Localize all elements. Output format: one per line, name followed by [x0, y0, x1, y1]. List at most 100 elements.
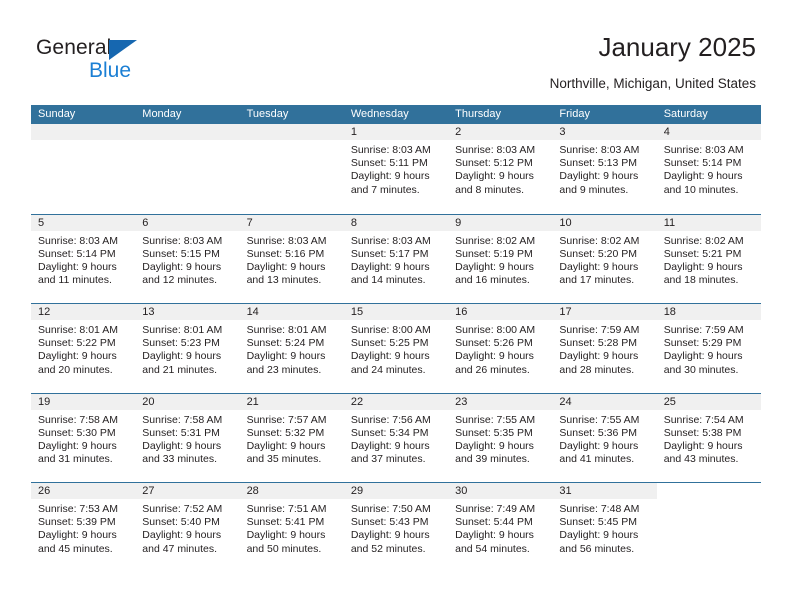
calendar-day-cell[interactable]: 27 Sunrise: 7:52 AM Sunset: 5:40 PM Dayligh…	[135, 483, 240, 572]
calendar-day-cell[interactable]: 10 Sunrise: 8:02 AM Sunset: 5:20 PM Dayligh…	[552, 214, 657, 304]
day-number: 29	[343, 483, 449, 499]
sunset-text: Sunset: 5:15 PM	[142, 247, 220, 260]
sunrise-text: Sunrise: 7:54 AM	[663, 413, 744, 426]
calendar-day-cell[interactable]: 29 Sunrise: 7:50 AM Sunset: 5:43 PM Dayligh…	[343, 483, 449, 572]
sunrise-text: Sunrise: 7:51 AM	[246, 503, 327, 515]
calendar-day-cell[interactable]: 26 Sunrise: 7:53 AM Sunset: 5:39 PM Dayligh…	[31, 483, 136, 572]
calendar-day-cell[interactable]: 17 Sunrise: 7:59 AM Sunset: 5:28 PM Dayligh…	[552, 304, 657, 393]
day-details: Sunrise: 8:02 AM Sunset: 5:21 PM Daylight:…	[657, 231, 761, 288]
daylight-text-line2: and 26 minutes.	[455, 363, 530, 376]
day-details: Sunrise: 7:56 AM Sunset: 5:34 PM Daylight:…	[344, 410, 448, 467]
daylight-text-line1: Daylight: 9 hours	[142, 350, 222, 363]
day-details: Sunrise: 7:57 AM Sunset: 5:32 PM Daylight:…	[240, 410, 344, 467]
calendar-day-cell[interactable]: 21 Sunrise: 7:57 AM Sunset: 5:32 PM Dayligh…	[239, 393, 344, 483]
day-number: 20	[135, 393, 240, 410]
sunrise-text: Sunrise: 8:03 AM	[38, 234, 118, 247]
daylight-text-line2: and 43 minutes.	[663, 453, 739, 466]
day-details: Sunrise: 8:02 AM Sunset: 5:20 PM Daylight:…	[552, 231, 656, 288]
daylight-text-line1: Daylight: 9 hours	[559, 529, 639, 542]
day-details: Sunrise: 8:01 AM Sunset: 5:22 PM Daylight:…	[31, 320, 135, 377]
daylight-text-line1: Daylight: 9 hours	[38, 260, 117, 273]
day-number: 14	[239, 304, 344, 320]
day-number: 21	[239, 393, 344, 410]
daylight-text-line1: Daylight: 9 hours	[455, 170, 534, 183]
daylight-text-line1: Daylight: 9 hours	[38, 439, 117, 452]
general-blue-logo[interactable]: General Blue	[36, 36, 216, 84]
sunrise-text: Sunrise: 8:02 AM	[455, 234, 536, 247]
daylight-text-line2: and 37 minutes.	[350, 453, 426, 466]
calendar-day-cell[interactable]: 2 Sunrise: 8:03 AM Sunset: 5:12 PM Daylight…	[448, 124, 553, 214]
calendar-day-cell[interactable]: 13 Sunrise: 8:01 AM Sunset: 5:23 PM Dayligh…	[135, 304, 240, 393]
sunset-text: Sunset: 5:41 PM	[246, 516, 325, 529]
sunset-text: Sunset: 5:14 PM	[663, 157, 742, 170]
calendar-day-cell[interactable]: 25 Sunrise: 7:54 AM Sunset: 5:38 PM Dayligh…	[656, 393, 761, 483]
calendar-day-cell[interactable]: 28 Sunrise: 7:51 AM Sunset: 5:41 PM Dayligh…	[239, 483, 344, 572]
day-number: 4	[656, 124, 761, 140]
day-details: Sunrise: 7:52 AM Sunset: 5:40 PM Daylight:…	[135, 499, 239, 556]
calendar-day-cell[interactable]: 14 Sunrise: 8:01 AM Sunset: 5:24 PM Dayligh…	[239, 304, 344, 393]
sunset-text: Sunset: 5:23 PM	[142, 337, 220, 350]
calendar-day-cell[interactable]: 7 Sunrise: 8:03 AM Sunset: 5:16 PM Daylight…	[239, 214, 344, 304]
sunset-text: Sunset: 5:43 PM	[350, 516, 429, 529]
daylight-text-line1: Daylight: 9 hours	[663, 260, 743, 273]
sunset-text: Sunset: 5:40 PM	[142, 516, 220, 529]
daylight-text-line2: and 52 minutes.	[350, 542, 426, 555]
sunset-text: Sunset: 5:14 PM	[38, 247, 116, 260]
day-details: Sunrise: 8:03 AM Sunset: 5:16 PM Daylight:…	[240, 231, 344, 288]
sunset-text: Sunset: 5:16 PM	[246, 247, 325, 260]
day-number: 17	[552, 304, 657, 320]
daylight-text-line1: Daylight: 9 hours	[142, 439, 222, 452]
calendar-day-cell[interactable]: 24 Sunrise: 7:55 AM Sunset: 5:36 PM Dayligh…	[552, 393, 657, 483]
daylight-text-line2: and 56 minutes.	[559, 542, 635, 555]
daylight-text-line1: Daylight: 9 hours	[246, 260, 326, 273]
calendar-day-cell[interactable]: 20 Sunrise: 7:58 AM Sunset: 5:31 PM Dayligh…	[135, 393, 240, 483]
day-number: 25	[656, 393, 761, 410]
calendar-day-cell[interactable]: 6 Sunrise: 8:03 AM Sunset: 5:15 PM Daylight…	[135, 214, 240, 304]
day-number: 23	[448, 393, 553, 410]
calendar-day-cell[interactable]: 15 Sunrise: 8:00 AM Sunset: 5:25 PM Dayligh…	[343, 304, 449, 393]
sunrise-text: Sunrise: 7:58 AM	[142, 413, 223, 426]
calendar-day-cell[interactable]: 19 Sunrise: 7:58 AM Sunset: 5:30 PM Dayligh…	[31, 393, 136, 483]
calendar-day-cell[interactable]: 31 Sunrise: 7:48 AM Sunset: 5:45 PM Dayligh…	[552, 483, 657, 572]
calendar-day-cell[interactable]: 16 Sunrise: 8:00 AM Sunset: 5:26 PM Dayligh…	[448, 304, 553, 393]
day-details: Sunrise: 7:49 AM Sunset: 5:44 PM Daylight:…	[448, 499, 552, 556]
calendar-day-cell[interactable]: 8 Sunrise: 8:03 AM Sunset: 5:17 PM Daylight…	[343, 214, 449, 304]
day-details: Sunrise: 7:51 AM Sunset: 5:41 PM Daylight:…	[240, 499, 344, 556]
daylight-text-line2: and 45 minutes.	[38, 542, 113, 555]
day-number	[239, 124, 344, 140]
calendar-day-cell[interactable]: 12 Sunrise: 8:01 AM Sunset: 5:22 PM Dayligh…	[31, 304, 136, 393]
daylight-text-line2: and 41 minutes.	[559, 453, 635, 466]
calendar-day-cell[interactable]: 5 Sunrise: 8:03 AM Sunset: 5:14 PM Daylight…	[31, 214, 136, 304]
sunset-text: Sunset: 5:28 PM	[559, 337, 638, 350]
day-details: Sunrise: 8:01 AM Sunset: 5:24 PM Daylight:…	[240, 320, 344, 377]
daylight-text-line2: and 30 minutes.	[663, 363, 739, 376]
calendar-day-cell[interactable]: 30 Sunrise: 7:49 AM Sunset: 5:44 PM Dayligh…	[448, 483, 553, 572]
sunrise-text: Sunrise: 8:02 AM	[663, 234, 744, 247]
calendar-week-row: 12 Sunrise: 8:01 AM Sunset: 5:22 PM Dayligh…	[31, 303, 761, 393]
day-number: 16	[448, 304, 553, 320]
calendar-day-cell[interactable]: 1 Sunrise: 8:03 AM Sunset: 5:11 PM Daylight…	[343, 124, 449, 214]
day-number: 12	[31, 304, 136, 320]
sunrise-text: Sunrise: 8:03 AM	[559, 144, 640, 156]
day-number: 11	[656, 214, 761, 231]
calendar-empty-cell	[657, 483, 761, 572]
calendar-day-cell[interactable]: 18 Sunrise: 7:59 AM Sunset: 5:29 PM Dayligh…	[656, 304, 761, 393]
daylight-text-line2: and 17 minutes.	[559, 274, 635, 287]
weekday-header-sunday: Sunday	[38, 108, 76, 120]
day-number: 22	[343, 393, 449, 410]
daylight-text-line2: and 47 minutes.	[142, 542, 217, 555]
sunrise-text: Sunrise: 7:59 AM	[559, 324, 640, 336]
calendar-day-cell[interactable]: 4 Sunrise: 8:03 AM Sunset: 5:14 PM Daylight…	[656, 124, 761, 214]
daylight-text-line2: and 12 minutes.	[142, 274, 217, 287]
day-details: Sunrise: 8:03 AM Sunset: 5:17 PM Daylight:…	[344, 231, 448, 288]
calendar-day-cell[interactable]: 3 Sunrise: 8:03 AM Sunset: 5:13 PM Daylight…	[552, 124, 657, 214]
calendar-day-cell[interactable]: 22 Sunrise: 7:56 AM Sunset: 5:34 PM Dayligh…	[343, 393, 449, 483]
daylight-text-line2: and 9 minutes.	[559, 183, 629, 196]
daylight-text-line2: and 24 minutes.	[350, 363, 426, 376]
sunset-text: Sunset: 5:29 PM	[663, 337, 742, 350]
daylight-text-line2: and 21 minutes.	[142, 363, 217, 376]
calendar-day-cell[interactable]: 23 Sunrise: 7:55 AM Sunset: 5:35 PM Dayligh…	[448, 393, 553, 483]
calendar-day-cell[interactable]: 9 Sunrise: 8:02 AM Sunset: 5:19 PM Daylight…	[448, 214, 553, 304]
calendar-day-cell[interactable]: 11 Sunrise: 8:02 AM Sunset: 5:21 PM Dayligh…	[656, 214, 761, 304]
sunset-text: Sunset: 5:22 PM	[38, 337, 116, 350]
